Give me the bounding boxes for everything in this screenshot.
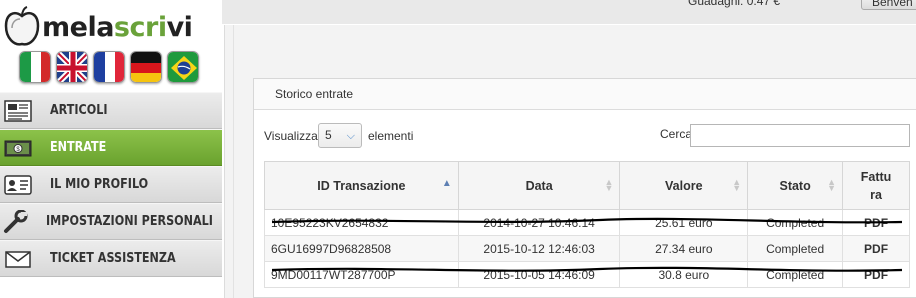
transaction-value: 30.8 euro <box>619 261 749 288</box>
column-label: Data <box>525 178 553 193</box>
logo[interactable]: melascrivi <box>2 2 217 48</box>
column-header-value[interactable]: Valore ▲ ▼ <box>619 161 749 210</box>
money-icon: $ <box>2 136 34 160</box>
envelope-icon <box>2 247 34 271</box>
table-row: 9MD00117WT287700P 2015-10-05 14:46:09 30… <box>264 261 910 288</box>
column-header-date[interactable]: Data ▲ ▼ <box>457 161 621 210</box>
sidebar-item-profilo[interactable]: IL MIO PROFILO <box>0 166 222 203</box>
germany-flag[interactable] <box>130 51 162 83</box>
sidebar: melascrivi ARTICOLI $ ENTRATE IL MIO PRO… <box>0 0 222 298</box>
show-label: Visualizza <box>264 129 318 143</box>
transaction-id: 9MD00117WT287700P <box>264 261 459 288</box>
italy-flag[interactable] <box>19 51 51 83</box>
transaction-value: 27.34 euro <box>619 235 749 262</box>
divider <box>233 25 234 298</box>
sidebar-item-articoli[interactable]: ARTICOLI <box>0 92 222 129</box>
column-label: Fattura <box>860 169 892 202</box>
search-label: Cerca <box>660 127 693 141</box>
transaction-value: 25.61 euro <box>619 209 749 236</box>
column-header-id[interactable]: ID Transazione ▲ <box>264 161 459 210</box>
sort-ascending-icon: ▲ <box>441 178 452 189</box>
transaction-id: 6GU16997D96828508 <box>264 235 459 262</box>
uk-flag[interactable] <box>56 51 88 83</box>
brand-wordmark: melascrivi <box>42 12 193 43</box>
earnings-value: 0.47 € <box>746 0 781 8</box>
top-bar <box>222 0 916 24</box>
sidebar-item-label: IL MIO PROFILO <box>50 177 149 192</box>
elements-label: elementi <box>368 129 414 143</box>
table-row: 10E95223KV2654832 2014-10-27 10:46:14 25… <box>264 209 910 236</box>
sidebar-item-label: TICKET ASSISTENZA <box>50 251 176 266</box>
sort-icon: ▲ ▼ <box>827 177 837 193</box>
column-label: Valore <box>665 178 703 193</box>
column-label: ID Transazione <box>317 178 406 193</box>
earnings-label: Guadagni: <box>688 0 744 8</box>
panel-title: Storico entrate <box>254 79 916 110</box>
earnings-display: Guadagni: 0.47 € <box>688 0 780 8</box>
france-flag[interactable] <box>93 51 125 83</box>
sidebar-item-label: ARTICOLI <box>50 103 108 118</box>
income-history-panel: Storico entrate Visualizza 5 ⌵ elementi … <box>253 78 916 298</box>
welcome-button[interactable]: Benven <box>861 0 916 10</box>
invoice-pdf-link[interactable]: PDF <box>842 261 910 288</box>
transaction-status: Completed <box>747 261 844 288</box>
sidebar-item-entrate[interactable]: $ ENTRATE <box>0 129 222 166</box>
transaction-id: 10E95223KV2654832 <box>264 209 459 236</box>
page-size-value: 5 <box>325 128 332 142</box>
search-input[interactable] <box>690 124 910 147</box>
articles-icon <box>2 99 34 123</box>
transactions-table: ID Transazione ▲ Data ▲ ▼ Valore ▲ ▼ Stato ▲ ▼ … <box>264 161 910 288</box>
sidebar-item-impostazioni[interactable]: IMPOSTAZIONI PERSONALI <box>0 203 222 240</box>
transaction-date: 2014-10-27 10:46:14 <box>457 209 621 236</box>
page-size-select[interactable]: 5 ⌵ <box>318 123 362 148</box>
main-content: Storico entrate Visualizza 5 ⌵ elementi … <box>224 25 916 298</box>
chevron-down-icon: ⌵ <box>346 130 355 142</box>
sort-icon: ▲ ▼ <box>604 177 614 193</box>
column-label: Stato <box>779 178 811 193</box>
table-row: 6GU16997D96828508 2015-10-12 12:46:03 27… <box>264 235 910 262</box>
transaction-status: Completed <box>747 209 844 236</box>
sort-icon: ▲ ▼ <box>732 177 742 193</box>
sidebar-item-label: ENTRATE <box>50 140 107 155</box>
invoice-pdf-link[interactable]: PDF <box>842 235 910 262</box>
apple-logo-icon <box>4 6 40 46</box>
wrench-icon <box>2 209 30 234</box>
sidebar-menu: ARTICOLI $ ENTRATE IL MIO PROFILO IMPOST… <box>0 92 222 277</box>
column-header-invoice[interactable]: Fattura <box>842 161 910 210</box>
transaction-status: Completed <box>747 235 844 262</box>
invoice-pdf-link[interactable]: PDF <box>842 209 910 236</box>
brand-part-3: vi <box>166 12 193 43</box>
brazil-flag[interactable] <box>167 51 199 83</box>
column-header-status[interactable]: Stato ▲ ▼ <box>747 161 844 210</box>
brand-part-2: scri <box>113 12 167 43</box>
brand-part-1: mela <box>42 12 114 43</box>
transaction-date: 2015-10-05 14:46:09 <box>457 261 621 288</box>
table-controls: Visualizza 5 ⌵ elementi Cerca <box>264 123 914 151</box>
language-flags <box>19 51 199 85</box>
id-card-icon <box>2 173 34 197</box>
sidebar-item-label: IMPOSTAZIONI PERSONALI <box>46 214 213 229</box>
transaction-date: 2015-10-12 12:46:03 <box>457 235 621 262</box>
sidebar-item-ticket[interactable]: TICKET ASSISTENZA <box>0 240 222 277</box>
